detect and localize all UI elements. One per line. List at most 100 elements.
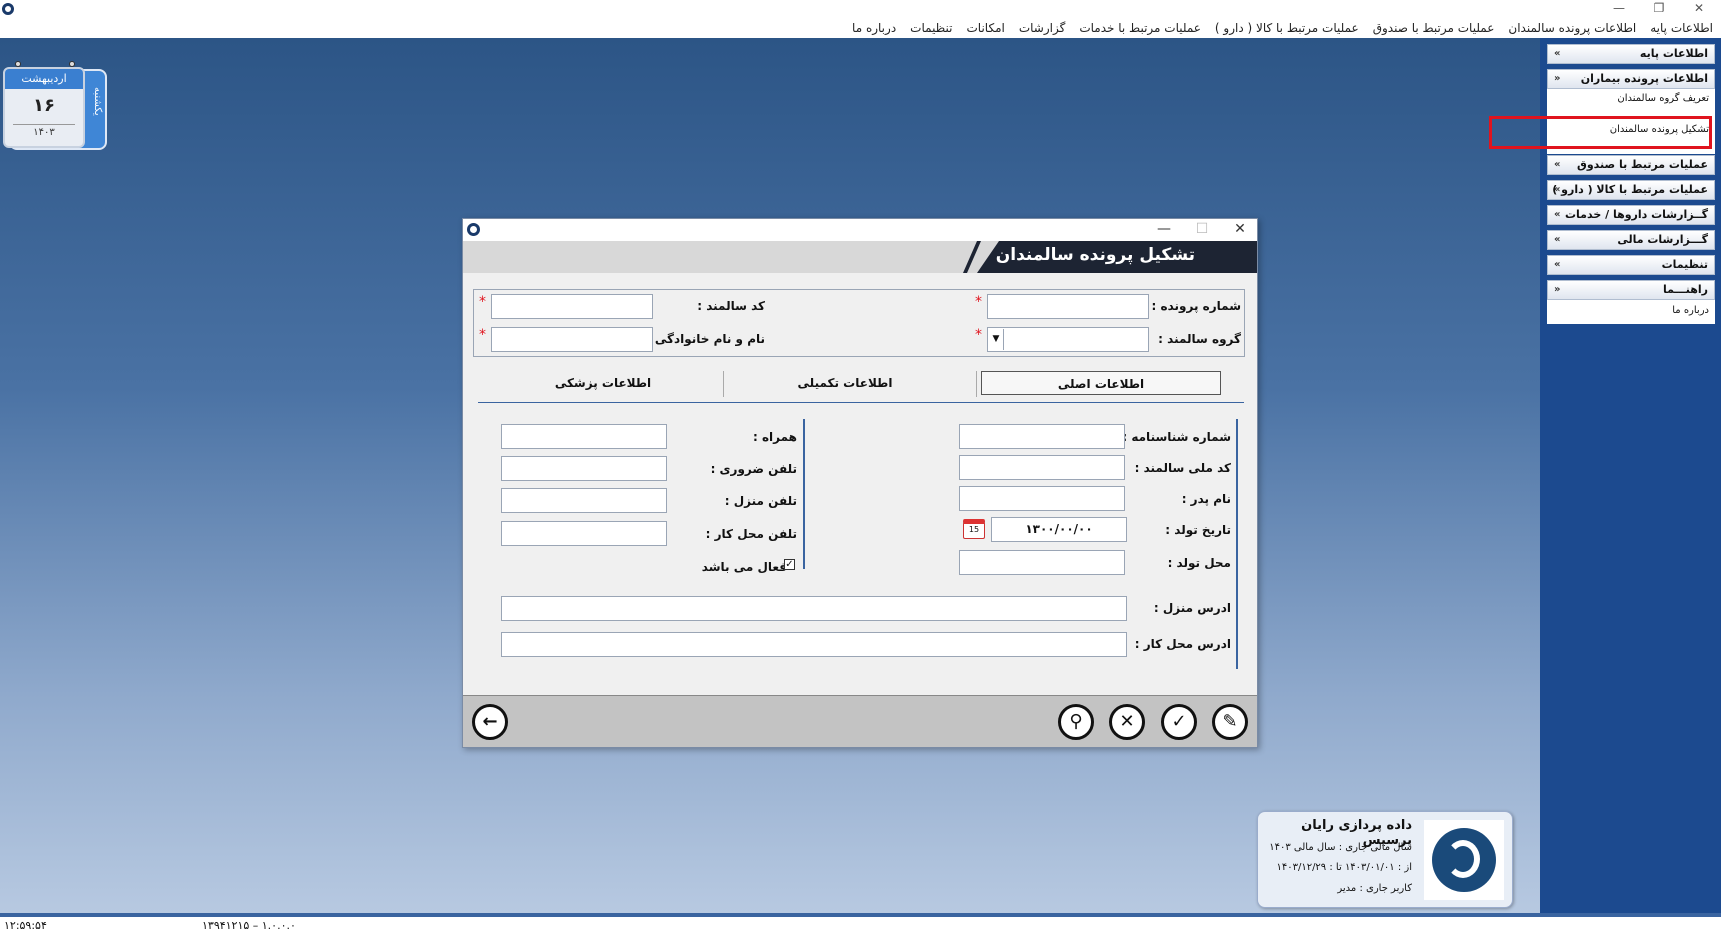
tab-medical-info[interactable]: اطلاعات پزشکی bbox=[483, 371, 723, 395]
highlight-box bbox=[1489, 116, 1712, 149]
full-name-label: نام و نام خانوادگی : bbox=[645, 332, 765, 346]
menu-services[interactable]: عملیات مرتبط با خدمات bbox=[1079, 21, 1201, 35]
dialog-close-button[interactable]: ✕ bbox=[1225, 219, 1255, 241]
calendar-ring-icon bbox=[15, 61, 21, 67]
birth-cert-input[interactable] bbox=[959, 424, 1125, 449]
required-mark: * bbox=[479, 294, 486, 310]
cancel-button[interactable]: ✕ bbox=[1109, 704, 1145, 740]
emergency-phone-label: تلفن ضروری : bbox=[710, 462, 797, 476]
calendar-widget: اردیبهشت ۱۶ ۱۴۰۳ یکشنبه bbox=[3, 61, 107, 150]
menu-tools[interactable]: امکانات bbox=[967, 21, 1005, 35]
dialog-minimize-button[interactable]: — bbox=[1149, 219, 1179, 241]
work-phone-label: تلفن محل کار : bbox=[705, 527, 797, 541]
elder-file-dialog: — ☐ ✕ تشکیل پرونده سالمندان شماره پرونده… bbox=[462, 218, 1258, 748]
search-button[interactable]: ⚲ bbox=[1058, 704, 1094, 740]
company-info-card: داده پردازی رایان پرسیس سال مالی جاری : … bbox=[1257, 811, 1513, 908]
dialog-footer: ← ⚲ ✕ ✓ ✎ bbox=[463, 695, 1257, 747]
chevron-up-icon: « bbox=[1554, 284, 1561, 295]
sidebar-item-cashbox[interactable]: عملیات مرتبط با صندوق » bbox=[1547, 155, 1715, 175]
mobile-input[interactable] bbox=[501, 424, 667, 449]
sidebar-item-financial-reports[interactable]: گـــزارشات مالی » bbox=[1547, 230, 1715, 250]
national-code-label: کد ملی سالمند : bbox=[1134, 461, 1231, 475]
menu-bar: اطلاعات پایه اطلاعات پرونده سالمندان عمل… bbox=[0, 18, 1721, 38]
chevron-up-icon: « bbox=[1554, 73, 1561, 84]
chevron-down-icon: » bbox=[1554, 184, 1561, 195]
sidebar-item-settings[interactable]: تنظیمات » bbox=[1547, 255, 1715, 275]
menu-elder-files[interactable]: اطلاعات پرونده سالمندان bbox=[1508, 21, 1636, 35]
chevron-down-icon: » bbox=[1554, 209, 1561, 220]
current-user: کاربر جاری : مدیر bbox=[1337, 883, 1412, 894]
elder-code-label: کد سالمند : bbox=[697, 299, 765, 313]
chevron-down-icon: » bbox=[1554, 259, 1561, 270]
father-name-label: نام پدر : bbox=[1181, 492, 1231, 506]
app-icon bbox=[2, 3, 14, 15]
national-code-input[interactable] bbox=[959, 455, 1125, 480]
sidebar-item-drug-reports[interactable]: گــزارشات داروها / خدمات » bbox=[1547, 205, 1715, 225]
elder-group-label: گروه سالمند : bbox=[1158, 332, 1241, 346]
sidebar-subitem-define-group[interactable]: تعریف گروه سالمندان bbox=[1547, 93, 1709, 104]
sidebar-item-base-info[interactable]: اطلاعات پایه » bbox=[1547, 44, 1715, 64]
active-checkbox[interactable]: ✓ bbox=[784, 559, 795, 570]
birth-place-input[interactable] bbox=[959, 550, 1125, 575]
confirm-button[interactable]: ✓ bbox=[1161, 704, 1197, 740]
sidebar-item-help[interactable]: راهنـــما « bbox=[1547, 280, 1715, 300]
required-mark: * bbox=[975, 327, 982, 343]
chevron-down-icon[interactable]: ▼ bbox=[989, 329, 1004, 350]
work-address-input[interactable] bbox=[501, 632, 1127, 657]
chevron-down-icon: » bbox=[1554, 234, 1561, 245]
work-phone-input[interactable] bbox=[501, 521, 667, 546]
father-name-input[interactable] bbox=[959, 486, 1125, 511]
sidebar-submenu-help: درباره ما bbox=[1547, 300, 1715, 324]
home-address-input[interactable] bbox=[501, 596, 1127, 621]
chevron-down-icon: » bbox=[1554, 159, 1561, 170]
menu-base-info[interactable]: اطلاعات پایه bbox=[1650, 21, 1713, 35]
file-number-label: شماره پرونده : bbox=[1151, 299, 1241, 313]
close-button[interactable]: ✕ bbox=[1684, 0, 1714, 18]
fiscal-range: از : ۱۴۰۳/۰۱/۰۱ تا : ۱۴۰۳/۱۲/۲۹ bbox=[1276, 862, 1412, 873]
required-mark: * bbox=[975, 294, 982, 310]
sidebar-item-goods[interactable]: عملیات مرتبط با کالا ( دارو ) » bbox=[1547, 180, 1715, 200]
calendar-month: اردیبهشت bbox=[5, 69, 83, 89]
restore-button[interactable]: ❐ bbox=[1644, 0, 1674, 18]
elder-group-select[interactable]: ▼ bbox=[987, 327, 1149, 352]
menu-settings[interactable]: تنظیمات bbox=[910, 21, 952, 35]
status-version: ۱۳۹۴۱۲۱۵ – ۱.۰.۰.۰ bbox=[202, 919, 296, 932]
menu-about[interactable]: درباره ما bbox=[852, 21, 896, 35]
sidebar-subitem-about[interactable]: درباره ما bbox=[1547, 305, 1709, 316]
calendar-weekday: یکشنبه bbox=[92, 87, 103, 116]
menu-cashbox[interactable]: عملیات مرتبط با صندوق bbox=[1373, 21, 1495, 35]
calendar-year: ۱۴۰۳ bbox=[13, 124, 75, 138]
calendar-picker-icon[interactable]: 15 bbox=[963, 519, 985, 539]
dialog-title: تشکیل پرونده سالمندان bbox=[995, 245, 1195, 265]
home-address-label: ادرس منزل : bbox=[1153, 601, 1231, 615]
dialog-title-bar: — ☐ ✕ bbox=[463, 219, 1257, 241]
file-number-input[interactable] bbox=[987, 294, 1149, 319]
fiscal-year: سال مالی جاری : سال مالی ۱۴۰۳ bbox=[1269, 842, 1412, 853]
birth-date-input[interactable]: ۱۳۰۰/۰۰/۰۰ bbox=[991, 517, 1127, 542]
sidebar-item-patient-files[interactable]: اطلاعات پرونده بیماران « bbox=[1547, 69, 1715, 89]
full-name-input[interactable] bbox=[491, 327, 653, 352]
calendar-day: ۱۶ bbox=[33, 95, 55, 116]
company-logo-icon bbox=[1424, 820, 1504, 900]
menu-goods[interactable]: عملیات مرتبط با کالا ( دارو ) bbox=[1215, 21, 1359, 35]
elder-code-input[interactable] bbox=[491, 294, 653, 319]
back-button[interactable]: ← bbox=[472, 704, 508, 740]
dialog-header: تشکیل پرونده سالمندان bbox=[463, 241, 1257, 273]
work-address-label: ادرس محل کار : bbox=[1134, 637, 1231, 651]
minimize-button[interactable]: — bbox=[1604, 0, 1634, 18]
tab-extra-info[interactable]: اطلاعات تکمیلی bbox=[725, 371, 965, 395]
edit-button[interactable]: ✎ bbox=[1212, 704, 1248, 740]
required-mark: * bbox=[479, 327, 486, 343]
tab-main-info[interactable]: اطلاعات اصلی bbox=[981, 371, 1221, 395]
status-time: ۱۲:۵۹:۵۴ bbox=[4, 919, 47, 932]
calendar-ring-icon bbox=[69, 61, 75, 67]
active-label: فعال می باشد bbox=[701, 560, 787, 574]
menu-reports[interactable]: گزارشات bbox=[1019, 21, 1065, 35]
home-phone-input[interactable] bbox=[501, 488, 667, 513]
status-bar: ۱۲:۵۹:۵۴ ۱۳۹۴۱۲۱۵ – ۱.۰.۰.۰ bbox=[0, 913, 1721, 935]
mobile-label: همراه : bbox=[752, 430, 797, 444]
dialog-maximize-button[interactable]: ☐ bbox=[1187, 219, 1217, 241]
birth-place-label: محل تولد : bbox=[1167, 556, 1231, 570]
emergency-phone-input[interactable] bbox=[501, 456, 667, 481]
dialog-app-icon bbox=[467, 223, 480, 236]
